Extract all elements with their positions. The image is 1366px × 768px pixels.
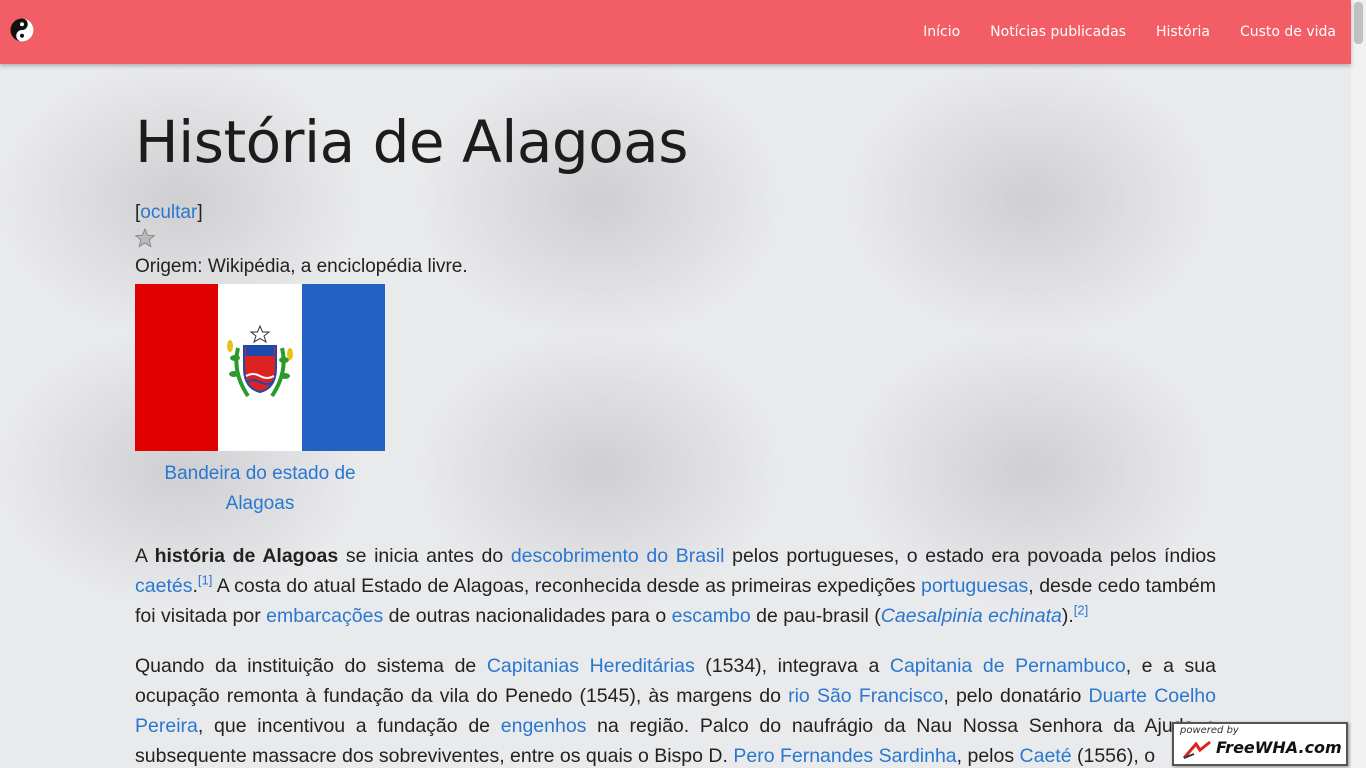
- flag-caption-link[interactable]: Bandeira do estado de Alagoas: [164, 463, 355, 514]
- main-nav: Início Notícias publicadas História Cust…: [893, 0, 1336, 64]
- freewha-badge[interactable]: powered by FreeWHA.com: [1172, 722, 1348, 766]
- link-pero-sardinha[interactable]: Pero Fernandes Sardinha: [733, 745, 956, 767]
- nav-custo-de-vida[interactable]: Custo de vida: [1240, 24, 1336, 40]
- nav-historia[interactable]: História: [1156, 24, 1210, 40]
- bold-subject: história de Alagoas: [154, 545, 339, 567]
- coat-of-arms-icon: [227, 324, 293, 398]
- ref-1[interactable]: [1]: [198, 573, 212, 588]
- star-icon: [134, 227, 156, 248]
- link-capitanias[interactable]: Capitanias Hereditárias: [487, 655, 695, 677]
- alagoas-flag-image[interactable]: [135, 284, 385, 451]
- toc-hide-link[interactable]: ocultar: [140, 202, 197, 223]
- scrollbar[interactable]: [1351, 0, 1366, 768]
- nav-noticias[interactable]: Notícias publicadas: [990, 24, 1126, 40]
- nav-inicio[interactable]: Início: [923, 24, 960, 40]
- yin-yang-icon[interactable]: [10, 18, 34, 42]
- paragraph-1: A história de Alagoas se inicia antes do…: [135, 545, 1217, 627]
- link-capitania-pernambuco[interactable]: Capitania de Pernambuco: [890, 655, 1126, 677]
- badge-freewha: FreeWHA.com: [1216, 738, 1342, 757]
- link-caesalpinia[interactable]: Caesalpinia echinata: [881, 605, 1062, 627]
- scrollbar-thumb[interactable]: [1354, 2, 1363, 44]
- link-rio-sao-francisco[interactable]: rio São Francisco: [788, 685, 943, 707]
- link-engenhos[interactable]: engenhos: [501, 715, 587, 737]
- flag-caption: Bandeira do estado de Alagoas: [135, 459, 385, 519]
- paragraph-2: Quando da instituição do sistema de Capi…: [135, 655, 1216, 767]
- link-descobrimento[interactable]: descobrimento do Brasil: [511, 545, 725, 567]
- link-embarcacoes[interactable]: embarcações: [266, 605, 383, 627]
- flag-blue-stripe: [302, 284, 385, 451]
- top-navbar: Início Notícias publicadas História Cust…: [0, 0, 1351, 64]
- freewha-logo-icon: [1182, 740, 1211, 759]
- page-title: História de Alagoas: [135, 108, 688, 176]
- badge-powered-by: powered by: [1180, 725, 1239, 736]
- ref-2[interactable]: [2]: [1074, 603, 1088, 618]
- link-caete[interactable]: Caeté: [1020, 745, 1072, 767]
- flag-white-stripe: [218, 284, 302, 451]
- origin-text: Origem: Wikipédia, a enciclopédia livre.: [135, 256, 468, 277]
- link-escambo[interactable]: escambo: [672, 605, 751, 627]
- toc-toggle-line: [ocultar]: [135, 202, 203, 223]
- flag-red-stripe: [135, 284, 218, 451]
- link-caetes[interactable]: caetés: [135, 575, 192, 597]
- link-portuguesas[interactable]: portuguesas: [921, 575, 1028, 597]
- article: História de Alagoas [ocultar] Origem: Wi…: [134, 90, 1217, 768]
